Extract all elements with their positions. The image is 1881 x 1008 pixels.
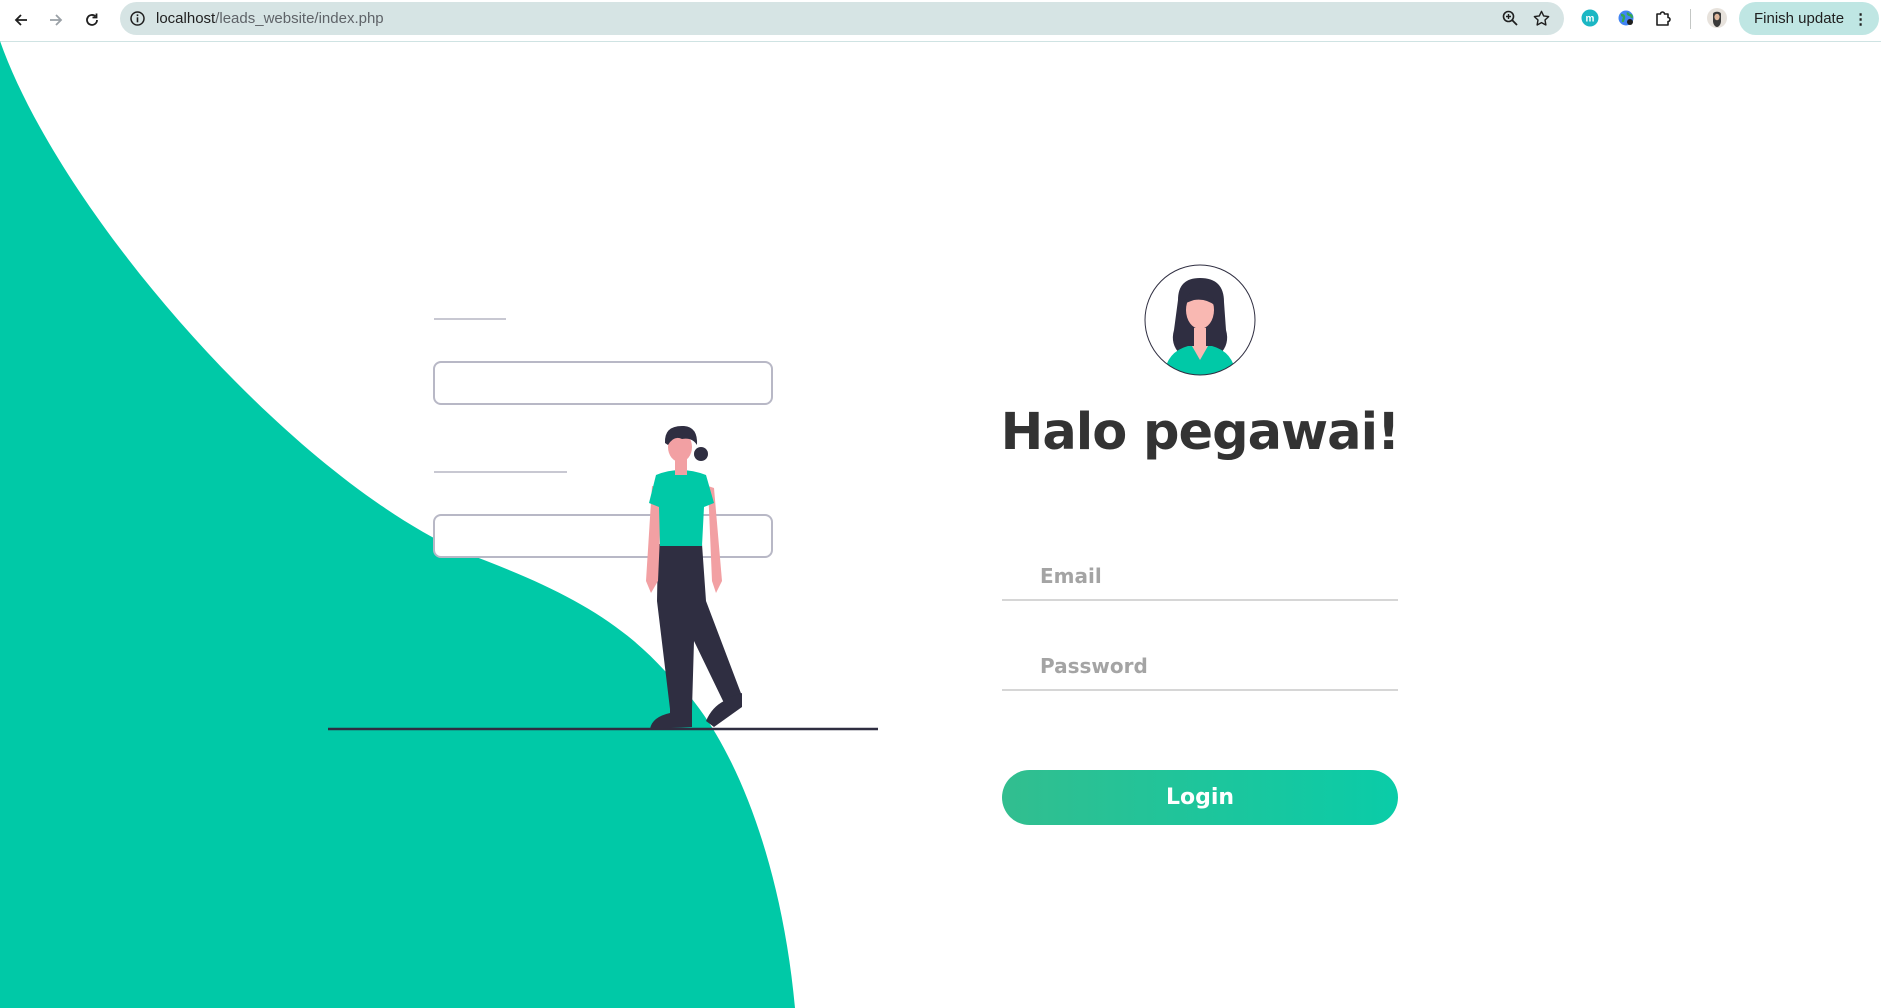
password-input[interactable] — [1002, 643, 1398, 689]
more-menu-icon[interactable]: ⋮ — [1853, 10, 1868, 28]
email-input[interactable] — [1002, 553, 1398, 599]
puzzle-icon[interactable] — [1654, 9, 1672, 27]
illustration-label-line — [434, 318, 506, 320]
forward-button[interactable] — [42, 6, 70, 34]
address-bar[interactable]: localhost/leads_website/index.php — [120, 2, 1564, 35]
greeting-title: Halo pegawai! — [1000, 403, 1401, 462]
info-icon[interactable] — [129, 10, 146, 27]
url-text[interactable]: localhost/leads_website/index.php — [156, 2, 384, 35]
finish-update-button[interactable]: Finish update ⋮ — [1739, 2, 1879, 35]
profile-avatar[interactable] — [1707, 8, 1727, 28]
login-button[interactable]: Login — [1002, 770, 1398, 825]
url-host: localhost — [156, 10, 216, 27]
back-button[interactable] — [7, 6, 35, 34]
toolbar-separator — [1690, 9, 1691, 29]
page: Halo pegawai! Login — [0, 41, 1881, 1008]
illustration-input-box — [433, 361, 773, 405]
url-path: /leads_website/index.php — [215, 10, 384, 27]
browser-toolbar: localhost/leads_website/index.php m Fini… — [0, 0, 1881, 42]
reload-icon — [86, 13, 98, 26]
walking-woman-figure — [646, 425, 742, 729]
extension-m-icon[interactable]: m — [1581, 9, 1599, 27]
login-illustration — [328, 318, 878, 731]
password-field — [1002, 643, 1398, 691]
zoom-icon[interactable] — [1501, 9, 1519, 27]
user-avatar-illustration — [1144, 264, 1256, 376]
extension-badge: m — [1586, 14, 1595, 25]
illustration-label-line — [434, 471, 567, 473]
earth-icon[interactable] — [1617, 9, 1635, 27]
reload-button[interactable] — [78, 6, 106, 34]
finish-update-label: Finish update — [1754, 10, 1845, 27]
star-icon[interactable] — [1532, 9, 1551, 28]
email-field — [1002, 553, 1398, 601]
illustration-input-box — [433, 514, 773, 558]
back-icon — [14, 14, 27, 26]
forward-icon — [50, 14, 63, 26]
